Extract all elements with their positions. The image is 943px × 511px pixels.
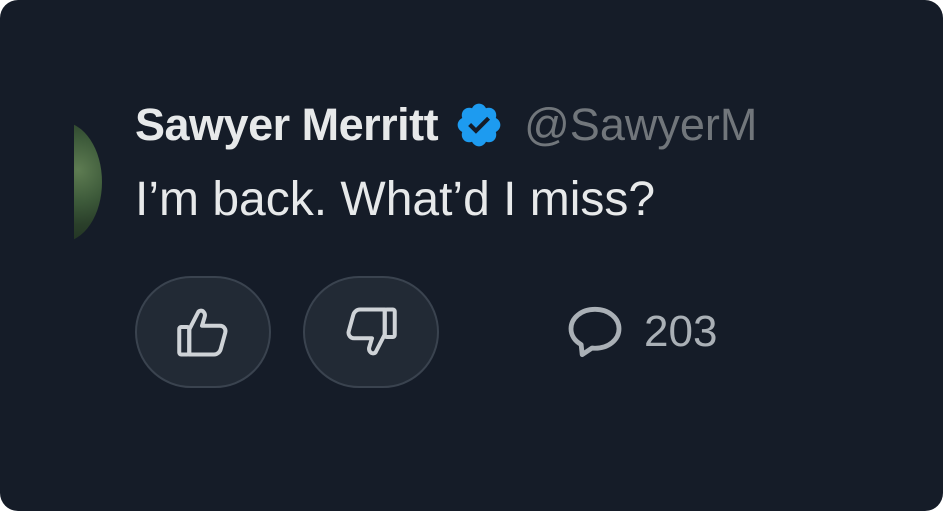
dislike-button[interactable]: [303, 276, 439, 388]
thumbs-up-icon: [177, 308, 228, 357]
verified-badge-icon: [457, 103, 501, 147]
comments-button[interactable]: 203: [562, 300, 717, 364]
comment-count: 203: [644, 307, 718, 356]
tweet-card: Sawyer Merritt @SawyerM I’m back. What’d…: [0, 0, 943, 511]
thumbs-down-icon: [346, 307, 397, 356]
like-button[interactable]: [135, 276, 271, 388]
author-name[interactable]: Sawyer Merritt: [135, 99, 439, 151]
tweet-header: Sawyer Merritt @SawyerM: [135, 95, 870, 155]
avatar[interactable]: [74, 122, 102, 242]
speech-bubble-icon: [568, 306, 622, 358]
author-handle[interactable]: @SawyerM: [524, 99, 757, 151]
tweet-text: I’m back. What’d I miss?: [135, 173, 656, 226]
